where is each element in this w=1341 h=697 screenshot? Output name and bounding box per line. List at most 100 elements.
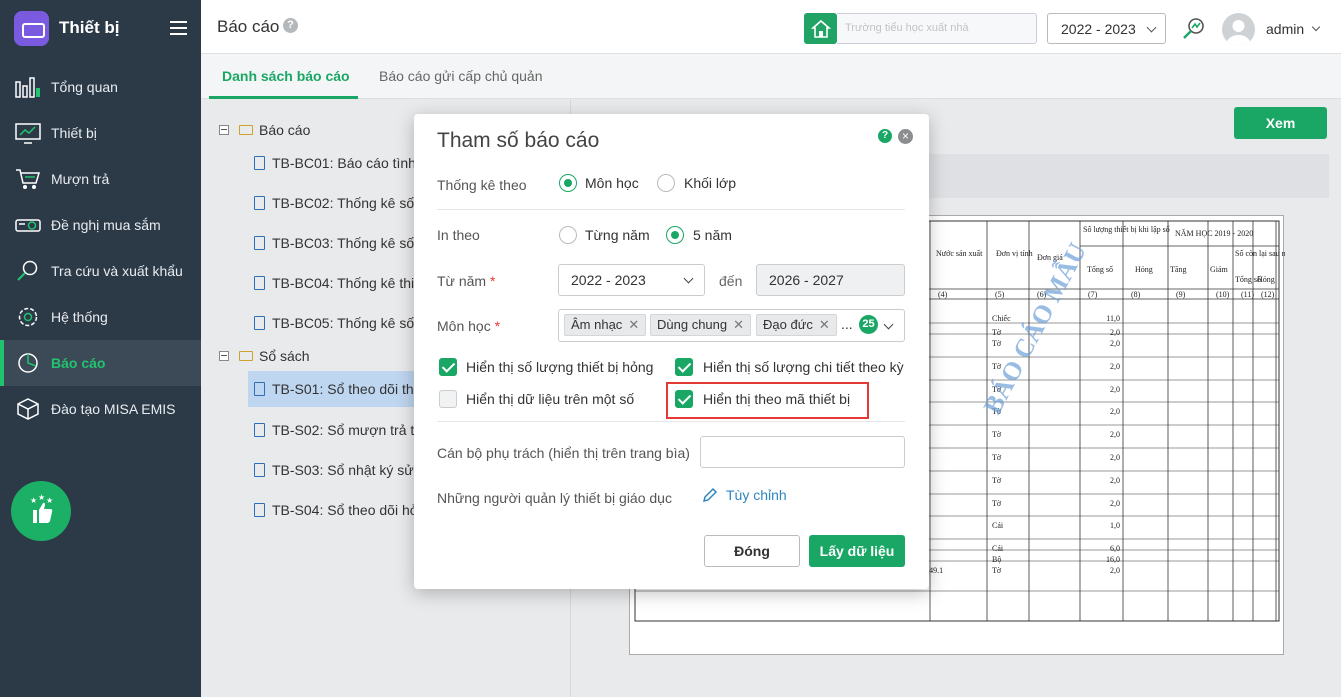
chevron-down-icon[interactable] [1311,22,1321,32]
table-cell: 2,0 [1110,339,1120,348]
projector-icon [15,213,41,237]
top-bar: Báo cáo ? Trường tiểu học xuất nhà 2022 … [201,0,1341,54]
close-button[interactable]: Đóng [704,535,800,567]
sidebar-item-tra-cuu[interactable]: Tra cứu và xuất khẩu [0,248,201,294]
table-header: Giảm [1210,265,1229,274]
collapse-icon[interactable] [219,125,229,135]
table-cell: 2,0 [1110,430,1120,439]
sidebar-item-label: Báo cáo [51,355,106,371]
radio-mon-hoc[interactable] [559,174,577,192]
close-icon[interactable]: × [898,129,913,144]
table-cell: Tờ [992,453,1002,462]
svg-text:★: ★ [46,496,53,505]
tab-bao-cao-gui-cap-chu-quan[interactable]: Báo cáo gửi cấp chủ quản [379,68,543,84]
table-cell: 2,0 [1110,453,1120,462]
table-cell: 2,0 [1110,499,1120,508]
table-header: Tổng số [1087,265,1113,274]
menu-toggle-icon[interactable] [170,21,187,35]
officer-label: Cán bộ phụ trách (hiển thị trên trang bì… [437,445,690,461]
from-year-value: 2022 - 2023 [571,272,646,288]
subject-multiselect[interactable]: Âm nhạc ✕ Dùng chung ✕ Đạo đức ✕ ... 25 [558,309,905,342]
school-year-select[interactable]: 2022 - 2023 [1047,13,1166,44]
sidebar-item-he-thong[interactable]: Hệ thống [0,294,201,340]
sidebar-item-label: Tra cứu và xuất khẩu [51,263,183,279]
tab-bar: Danh sách báo cáo Báo cáo gửi cấp chủ qu… [201,54,1341,99]
table-column-number: (4) [938,290,948,299]
tab-danh-sach-bao-cao[interactable]: Danh sách báo cáo [222,68,350,84]
tree-item-label: TB-S02: Sổ mượn trả thiết [272,422,437,438]
table-header: Hỏng [1135,265,1153,274]
radio-5-nam[interactable] [666,226,684,244]
checkbox-label: Hiển thị số lượng chi tiết theo kỳ [703,359,904,375]
table-cell: Tờ [992,328,1002,337]
sidebar-item-label: Mượn trả [51,171,110,187]
sidebar-item-label: Đào tạo MISA EMIS [51,401,176,417]
get-data-button[interactable]: Lấy dữ liệu [809,535,905,567]
help-icon[interactable]: ? [283,18,298,33]
remove-tag-icon: ✕ [628,317,640,332]
search-chart-icon[interactable] [1181,16,1207,45]
from-year-select[interactable]: 2022 - 2023 [558,264,705,296]
tree-group-so-sach[interactable]: Sổ sách [219,348,310,364]
table-column-number: (8) [1131,290,1141,299]
selected-count-badge: 25 [859,315,878,334]
subject-tag[interactable]: Đạo đức ✕ [756,314,837,336]
checkbox-single-book[interactable] [439,390,457,408]
view-button[interactable]: Xem [1234,107,1327,139]
table-cell: Cái [992,544,1004,553]
help-icon[interactable]: ? [878,129,892,143]
to-label: đến [719,273,743,289]
tree-group-bao-cao[interactable]: Báo cáo [219,122,310,138]
collapse-icon[interactable] [219,351,229,361]
feedback-button[interactable]: ★ ★ ★ [11,481,71,541]
more-indicator: ... [841,316,853,332]
table-header: Số lượng thiết bị khi lập sổ [1083,225,1170,234]
table-header: Đơn vị tính [996,249,1033,258]
chevron-down-icon [883,319,894,330]
report-params-dialog: Tham số báo cáo ? × Thống kê theo Môn họ… [414,114,929,589]
thumbs-up-icon: ★ ★ ★ [30,494,53,523]
user-avatar[interactable] [1222,13,1255,46]
checkbox-show-broken[interactable] [439,358,457,376]
pie-chart-icon [15,351,41,375]
table-header: Hỏng [1257,275,1275,284]
school-selector[interactable]: Trường tiểu học xuất nhà [837,13,1037,44]
folder-icon [239,125,253,135]
radio-tung-nam[interactable] [559,226,577,244]
sidebar-item-tong-quan[interactable]: Tổng quan [0,64,201,110]
table-column-number: (9) [1176,290,1186,299]
subject-tag[interactable]: Dùng chung ✕ [650,314,752,336]
table-cell: 2,0 [1110,407,1120,416]
table-cell: 1,0 [1110,521,1120,530]
sidebar-item-dao-tao[interactable]: Đào tạo MISA EMIS [0,386,201,432]
subject-tag[interactable]: Âm nhạc ✕ [564,314,647,336]
active-tab-indicator [209,96,358,99]
sidebar-item-bao-cao[interactable]: Báo cáo [0,340,201,386]
user-name[interactable]: admin [1266,21,1304,37]
document-icon [254,463,265,477]
checkbox-show-by-term[interactable] [675,358,693,376]
table-cell: Tờ [992,430,1002,439]
sidebar-item-muon-tra[interactable]: Mượn trả [0,156,201,202]
sidebar-item-thiet-bi[interactable]: Thiết bị [0,110,201,156]
divider [437,209,905,210]
table-cell: Tờ [992,566,1002,575]
document-icon [254,423,265,437]
sidebar-item-label: Tổng quan [51,79,118,95]
radio-label: Khối lớp [684,175,736,191]
radio-label: 5 năm [693,227,732,243]
customize-link[interactable]: Tùy chỉnh [702,487,787,503]
subject-label: Môn học * [437,318,501,334]
svg-text:★: ★ [38,494,45,502]
divider [437,421,905,422]
officer-input[interactable] [700,436,905,468]
page-title: Báo cáo [217,17,280,36]
radio-khoi-lop[interactable] [657,174,675,192]
sidebar-item-de-nghi-mua-sam[interactable]: Đề nghị mua sắm [0,202,201,248]
bar-chart-icon [15,75,41,99]
table-column-number: (12) [1261,290,1275,299]
tree-item-label: TB-S04: Sổ theo dõi hỏng [272,502,434,518]
app-title: Thiết bị [59,18,120,37]
home-icon[interactable] [804,13,837,44]
radio-label: Môn học [585,175,639,191]
